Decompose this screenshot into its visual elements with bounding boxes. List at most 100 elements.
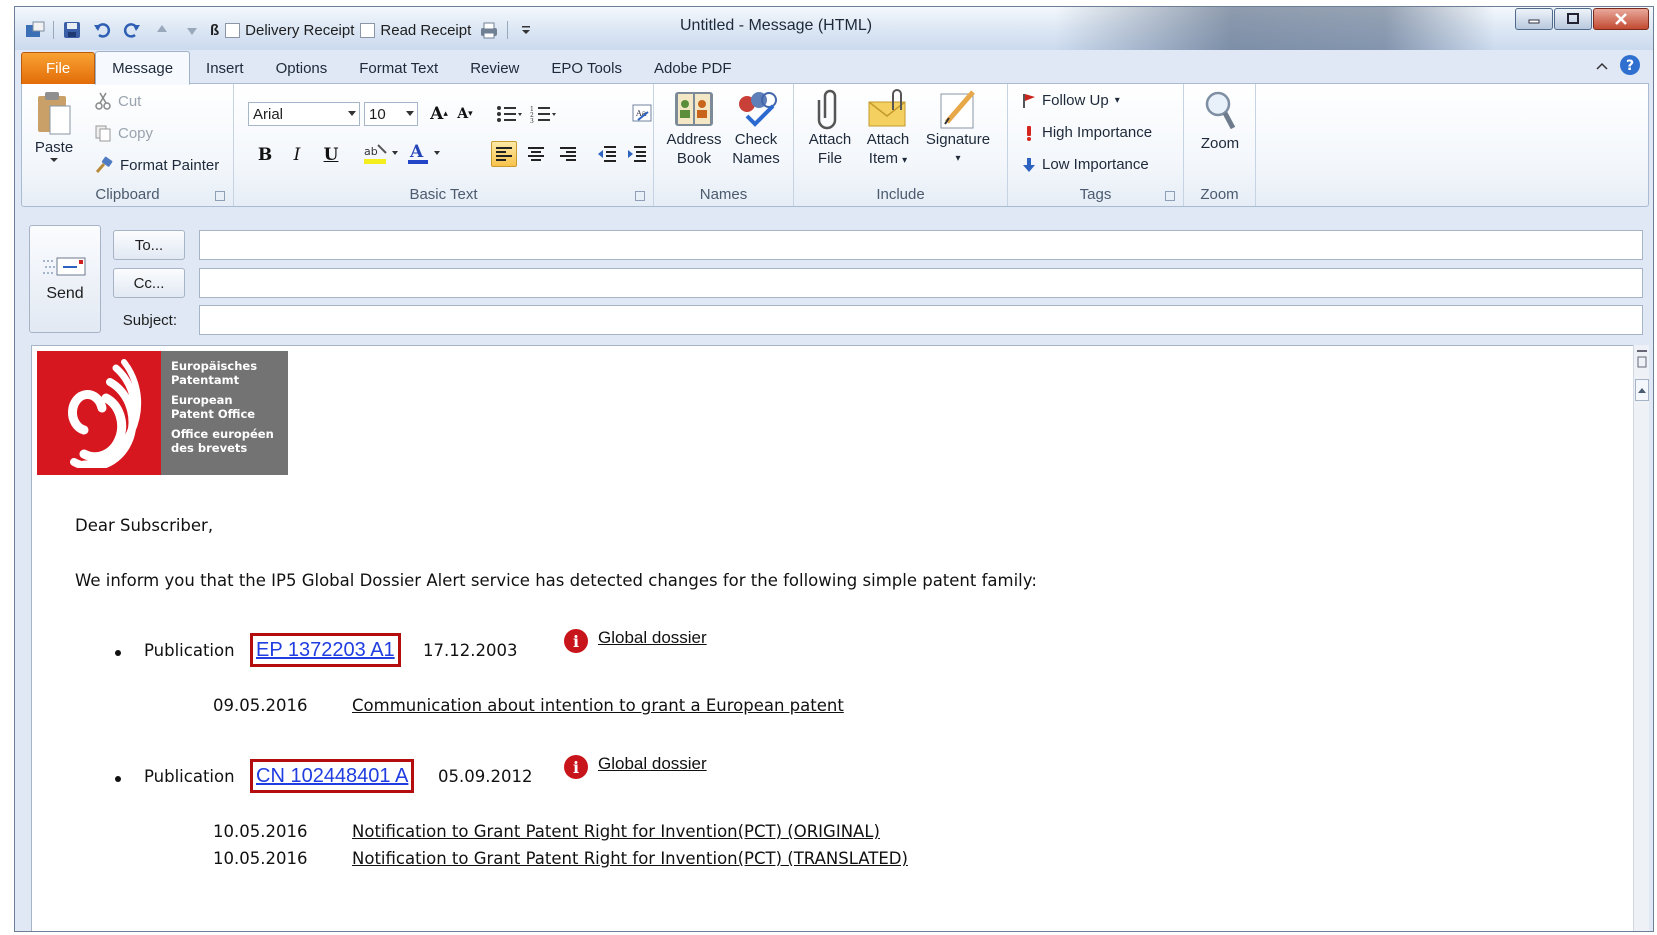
outlook-app-icon[interactable] bbox=[23, 18, 47, 42]
print-icon[interactable] bbox=[477, 18, 501, 42]
tab-insert[interactable]: Insert bbox=[190, 52, 260, 84]
styles-button[interactable]: Aa bbox=[630, 101, 656, 127]
check-names-button[interactable]: Check Names bbox=[728, 88, 784, 168]
minimize-button[interactable] bbox=[1515, 8, 1553, 30]
read-receipt-checkbox[interactable]: Read Receipt bbox=[360, 22, 471, 39]
send-icon bbox=[43, 257, 86, 276]
event-link[interactable]: Notification to Grant Patent Right for I… bbox=[352, 849, 908, 868]
cut-button[interactable]: Cut bbox=[94, 92, 141, 110]
logo-line: des brevets bbox=[171, 441, 248, 455]
bullets-button[interactable] bbox=[496, 101, 522, 127]
grow-font-button[interactable]: A ▴ bbox=[426, 101, 452, 127]
bold-button[interactable]: B bbox=[252, 142, 278, 168]
message-body[interactable]: Europäisches Patentamt European Patent O… bbox=[31, 345, 1633, 931]
clipboard-dialog-launcher[interactable] bbox=[215, 191, 225, 201]
follow-up-button[interactable]: Follow Up ▾ bbox=[1022, 92, 1120, 109]
svg-text:ab: ab bbox=[364, 145, 378, 158]
shrink-font-button[interactable]: A ▾ bbox=[452, 101, 478, 127]
underline-button[interactable]: U bbox=[318, 142, 344, 168]
logo-line: Office européen bbox=[171, 427, 274, 441]
cc-field[interactable] bbox=[199, 268, 1643, 298]
help-icon[interactable]: ? bbox=[1619, 54, 1641, 80]
low-importance-button[interactable]: Low Importance bbox=[1022, 156, 1149, 173]
tab-file[interactable]: File bbox=[21, 52, 96, 84]
align-right-button[interactable] bbox=[555, 141, 581, 167]
spellcheck-button[interactable]: ß bbox=[210, 22, 219, 39]
attach-item-button[interactable]: Attach Item ▾ bbox=[860, 88, 916, 170]
font-size-select[interactable]: 10 bbox=[364, 102, 418, 126]
publication-number-link[interactable]: CN 102448401 A bbox=[250, 759, 415, 793]
cut-label: Cut bbox=[118, 92, 142, 110]
zoom-group: Zoom Zoom bbox=[1184, 84, 1256, 206]
paste-button[interactable]: Paste bbox=[30, 90, 78, 163]
minimize-ribbon-icon[interactable] bbox=[1595, 60, 1609, 75]
address-book-button[interactable]: Address Book bbox=[662, 88, 726, 168]
split-view-icon[interactable] bbox=[1635, 347, 1649, 375]
publication-number-link[interactable]: EP 1372203 A1 bbox=[250, 633, 401, 667]
cc-button[interactable]: Cc... bbox=[113, 268, 185, 298]
send-button[interactable]: Send bbox=[29, 225, 101, 333]
names-group: Address Book Check Names Names bbox=[654, 84, 794, 206]
paste-label: Paste bbox=[34, 139, 74, 156]
font-color-icon: A bbox=[408, 142, 440, 164]
zoom-button[interactable]: Zoom bbox=[1192, 88, 1248, 153]
event-link[interactable]: Communication about intention to grant a… bbox=[352, 696, 844, 715]
tab-review[interactable]: Review bbox=[454, 52, 535, 84]
redo-icon[interactable] bbox=[120, 18, 144, 42]
delivery-receipt-checkbox[interactable]: Delivery Receipt bbox=[225, 22, 354, 39]
address-book-label-1: Address bbox=[666, 131, 722, 148]
font-color-button[interactable]: A bbox=[406, 140, 446, 166]
numbering-button[interactable]: 123 bbox=[530, 101, 556, 127]
logo-line: European bbox=[171, 393, 233, 407]
event-link[interactable]: Notification to Grant Patent Right for I… bbox=[352, 822, 880, 841]
ribbon: Paste Cut Copy Format Painter Clipboard … bbox=[21, 83, 1649, 207]
tab-epo-tools[interactable]: EPO Tools bbox=[535, 52, 638, 84]
vertical-scrollbar[interactable] bbox=[1633, 345, 1649, 931]
increase-indent-button[interactable] bbox=[624, 141, 650, 167]
italic-button[interactable]: I bbox=[284, 142, 310, 168]
tags-group: Follow Up ▾ High Importance Low Importan… bbox=[1008, 84, 1184, 206]
greeting: Dear Subscriber, bbox=[75, 516, 214, 535]
down-arrow-icon[interactable] bbox=[180, 18, 204, 42]
undo-icon[interactable] bbox=[90, 18, 114, 42]
message-header: Send To... Cc... Subject: bbox=[21, 209, 1649, 339]
tab-message[interactable]: Message bbox=[95, 51, 191, 85]
up-arrow-icon[interactable] bbox=[150, 18, 174, 42]
align-center-button[interactable] bbox=[523, 141, 549, 167]
maximize-button[interactable] bbox=[1554, 8, 1592, 30]
window-title: Untitled - Message (HTML) bbox=[680, 17, 873, 34]
paintbrush-icon bbox=[95, 156, 113, 173]
to-field[interactable] bbox=[199, 230, 1643, 260]
to-button[interactable]: To... bbox=[113, 230, 185, 260]
signature-label: Signature bbox=[925, 131, 991, 148]
basic-text-dialog-launcher[interactable] bbox=[635, 191, 645, 201]
tab-adobe-pdf[interactable]: Adobe PDF bbox=[638, 52, 748, 84]
tab-format-text[interactable]: Format Text bbox=[343, 52, 454, 84]
spellcheck-glyph: ß bbox=[210, 21, 220, 39]
close-button[interactable] bbox=[1593, 8, 1649, 30]
global-dossier-link[interactable]: Global dossier bbox=[598, 754, 707, 774]
copy-button[interactable]: Copy bbox=[94, 124, 153, 142]
tab-options[interactable]: Options bbox=[260, 52, 344, 84]
align-center-icon bbox=[528, 147, 544, 161]
customize-qat-icon[interactable] bbox=[514, 18, 538, 42]
signature-button[interactable]: Signature ▾ bbox=[918, 88, 998, 168]
ribbon-tabs: File Message Insert Options Format Text … bbox=[15, 50, 1653, 85]
format-painter-button[interactable]: Format Painter bbox=[94, 156, 219, 174]
global-dossier-link[interactable]: Global dossier bbox=[598, 628, 707, 648]
attach-file-button[interactable]: Attach File bbox=[802, 88, 858, 168]
highlight-button[interactable]: ab bbox=[362, 140, 402, 166]
save-icon[interactable] bbox=[60, 18, 84, 42]
decrease-indent-button[interactable] bbox=[594, 141, 620, 167]
subject-field[interactable] bbox=[199, 305, 1643, 335]
tags-dialog-launcher[interactable] bbox=[1165, 191, 1175, 201]
attach-file-label-2: File bbox=[817, 150, 843, 167]
scroll-up-button[interactable] bbox=[1635, 379, 1649, 401]
align-left-button[interactable] bbox=[491, 141, 517, 167]
address-book-label-2: Book bbox=[676, 150, 712, 167]
high-importance-button[interactable]: High Importance bbox=[1022, 124, 1152, 141]
include-group-label: Include bbox=[876, 186, 925, 203]
align-right-icon bbox=[560, 147, 576, 161]
font-name-select[interactable]: Arial bbox=[248, 102, 360, 126]
logo-line: Patent Office bbox=[171, 407, 256, 421]
